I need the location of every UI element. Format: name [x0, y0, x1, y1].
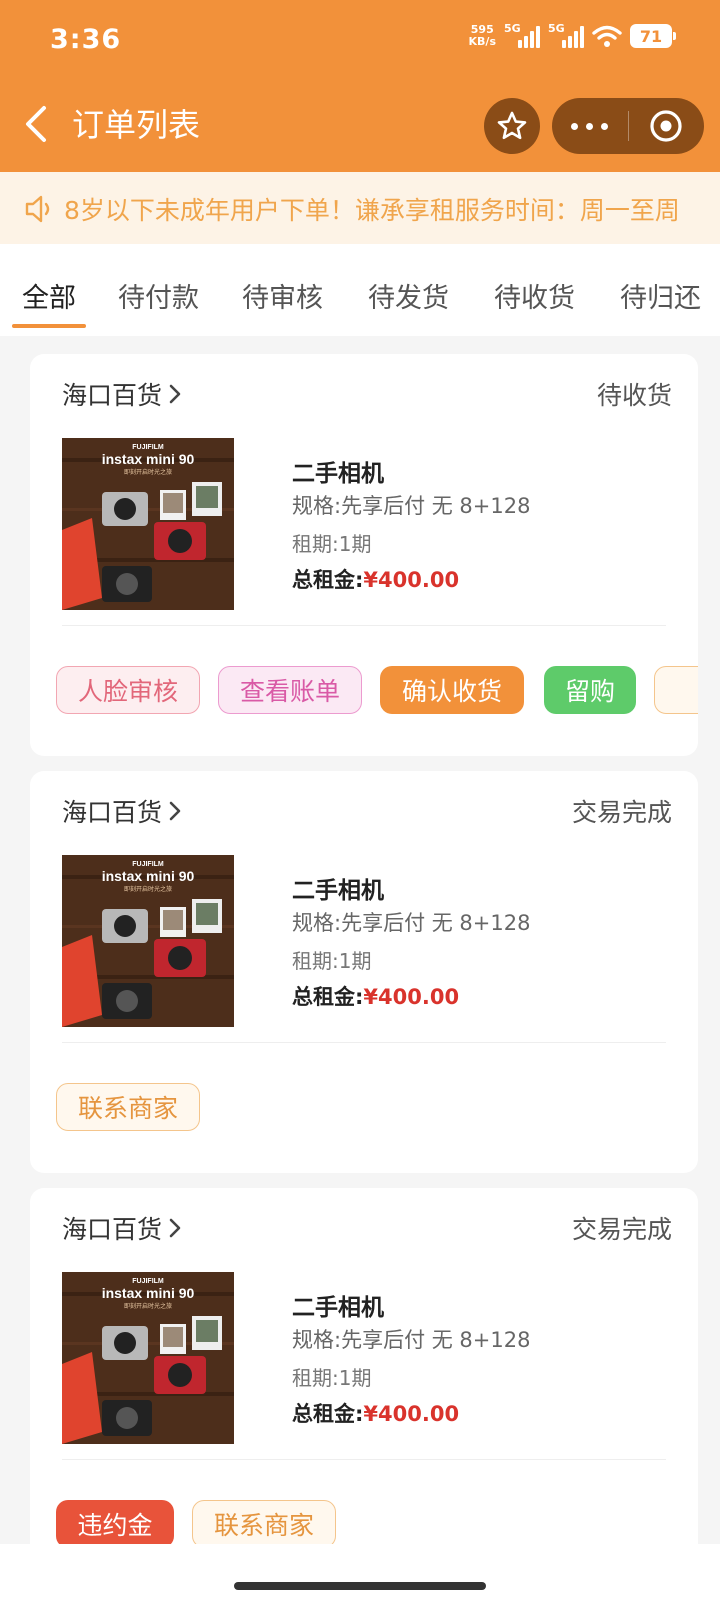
- shop-link[interactable]: 海口百货: [62, 793, 182, 829]
- product-spec: 规格:先享后付 无 8+128: [292, 911, 531, 935]
- tab-pending-shipment[interactable]: 待发货: [368, 276, 449, 315]
- thumb-brand: FUJIFILM: [132, 861, 164, 868]
- status-icons: 595 KB/s 5G 5G 71: [468, 22, 676, 48]
- view-bill-button[interactable]: 查看账单: [218, 666, 362, 714]
- shop-link[interactable]: 海口百货: [62, 376, 182, 412]
- battery-icon: 71: [630, 24, 676, 48]
- wifi-icon: [592, 25, 622, 47]
- status-time: 3:36: [50, 24, 122, 55]
- home-indicator[interactable]: [234, 1582, 486, 1590]
- rental-term: 租期:1期: [292, 532, 372, 556]
- thumb-model: instax mini 90: [102, 451, 195, 467]
- product-image[interactable]: FUJIFILM instax mini 90 即刻开启时光之旅: [62, 1272, 234, 1444]
- tab-all[interactable]: 全部: [22, 276, 76, 315]
- shop-name: 海口百货: [62, 1215, 163, 1244]
- tab-pending-receipt[interactable]: 待收货: [494, 276, 575, 315]
- more-actions-button[interactable]: [654, 666, 698, 714]
- buyout-button[interactable]: 留购: [544, 666, 636, 714]
- contact-merchant-button[interactable]: 联系商家: [192, 1500, 336, 1548]
- order-card[interactable]: 海口百货 交易完成 FUJIFILM instax mini 90 即刻开启时光…: [30, 1188, 698, 1588]
- shop-name: 海口百货: [62, 381, 163, 410]
- total-label: 总租金:: [292, 1402, 364, 1426]
- currency-symbol: ¥: [363, 568, 379, 592]
- face-verify-button[interactable]: 人脸审核: [56, 666, 200, 714]
- favorite-button[interactable]: [484, 98, 540, 154]
- speaker-icon: [25, 195, 50, 223]
- bottom-safe-area: [0, 1544, 720, 1600]
- miniapp-capsule: [552, 98, 704, 154]
- signal-icon-2: 5G: [548, 22, 584, 48]
- rental-term: 租期:1期: [292, 949, 372, 973]
- order-tabs: 全部 待付款 待审核 待发货 待收货 待归还: [0, 244, 720, 336]
- tab-pending-review[interactable]: 待审核: [242, 276, 323, 315]
- product-name: 二手相机: [292, 1295, 384, 1321]
- order-card[interactable]: 海口百货 待收货 FUJIFILM instax mini 90 即刻开启时光之…: [30, 354, 698, 756]
- product-name: 二手相机: [292, 878, 384, 904]
- product-image[interactable]: FUJIFILM instax mini 90 即刻开启时光之旅: [62, 855, 234, 1027]
- active-tab-indicator: [12, 324, 86, 328]
- more-button[interactable]: [552, 122, 628, 130]
- product-spec: 规格:先享后付 无 8+128: [292, 494, 531, 518]
- thumb-brand: FUJIFILM: [132, 444, 164, 451]
- close-miniapp-button[interactable]: [629, 109, 705, 143]
- chevron-right-icon: [169, 1218, 181, 1238]
- thumb-model: instax mini 90: [102, 868, 195, 884]
- top-bar: 3:36 595 KB/s 5G 5G 71 订单列表: [0, 0, 720, 172]
- currency-symbol: ¥: [363, 985, 379, 1009]
- rental-term: 租期:1期: [292, 1366, 372, 1390]
- shop-link[interactable]: 海口百货: [62, 1210, 182, 1246]
- product-name: 二手相机: [292, 461, 384, 487]
- order-card[interactable]: 海口百货 交易完成 FUJIFILM instax mini 90 即刻开启时光…: [30, 771, 698, 1173]
- total-rent: 总租金:¥400.00: [292, 564, 459, 594]
- back-icon[interactable]: [20, 104, 54, 144]
- chevron-right-icon: [169, 801, 181, 821]
- thumb-subtitle: 即刻开启时光之旅: [124, 1302, 172, 1310]
- target-icon: [650, 110, 682, 142]
- notice-bar: 8岁以下未成年用户下单！谦承享租服务时间：周一至周: [0, 172, 720, 244]
- divider: [62, 1459, 666, 1460]
- chevron-right-icon: [169, 384, 181, 404]
- total-label: 总租金:: [292, 985, 364, 1009]
- product-image[interactable]: FUJIFILM instax mini 90 即刻开启时光之旅: [62, 438, 234, 610]
- total-rent: 总租金:¥400.00: [292, 981, 459, 1011]
- penalty-button[interactable]: 违约金: [56, 1500, 174, 1548]
- total-label: 总租金:: [292, 568, 364, 592]
- star-icon: [497, 111, 527, 140]
- thumb-brand: FUJIFILM: [132, 1278, 164, 1285]
- thumb-subtitle: 即刻开启时光之旅: [124, 885, 172, 893]
- confirm-receipt-button[interactable]: 确认收货: [380, 666, 524, 714]
- order-status: 待收货: [596, 381, 672, 410]
- divider: [62, 1042, 666, 1043]
- signal-icon: 5G: [504, 22, 540, 48]
- total-amount: 400.00: [378, 568, 460, 592]
- order-status: 交易完成: [571, 1215, 672, 1244]
- currency-symbol: ¥: [363, 1402, 379, 1426]
- order-status: 交易完成: [571, 798, 672, 827]
- thumb-subtitle: 即刻开启时光之旅: [124, 468, 172, 476]
- network-speed: 595 KB/s: [468, 23, 496, 48]
- product-spec: 规格:先享后付 无 8+128: [292, 1328, 531, 1352]
- divider: [62, 625, 666, 626]
- tab-pending-payment[interactable]: 待付款: [118, 276, 199, 315]
- shop-name: 海口百货: [62, 798, 163, 827]
- total-amount: 400.00: [378, 985, 460, 1009]
- notice-text: 8岁以下未成年用户下单！谦承享租服务时间：周一至周: [64, 196, 680, 225]
- thumb-model: instax mini 90: [102, 1285, 195, 1301]
- contact-merchant-button[interactable]: 联系商家: [56, 1083, 200, 1131]
- total-rent: 总租金:¥400.00: [292, 1398, 459, 1428]
- total-amount: 400.00: [378, 1402, 460, 1426]
- tab-pending-return[interactable]: 待归还: [620, 276, 701, 315]
- page-title: 订单列表: [72, 106, 201, 144]
